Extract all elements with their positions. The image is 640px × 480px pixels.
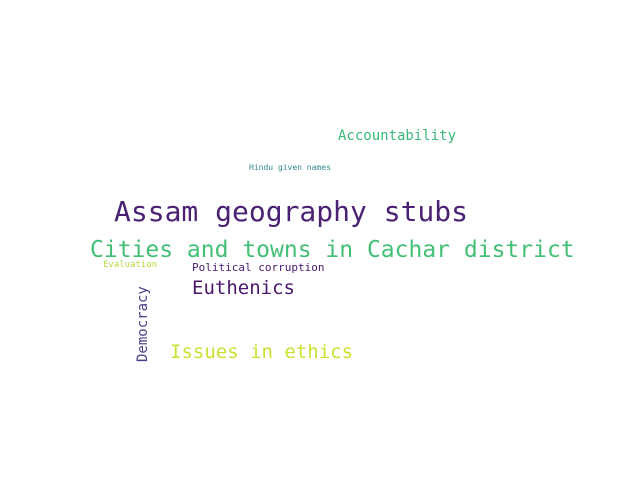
word-euthenics: Euthenics bbox=[192, 277, 295, 299]
word-political-corruption: Political corruption bbox=[192, 261, 325, 274]
word-cloud: Accountability Hindu given names Assam g… bbox=[0, 0, 640, 480]
word-evaluation: Evaluation bbox=[103, 260, 158, 270]
word-issues-in-ethics: Issues in ethics bbox=[170, 341, 354, 363]
word-cities-and-towns-in-cachar-district: Cities and towns in Cachar district bbox=[90, 237, 575, 263]
word-democracy: Democracy bbox=[135, 286, 151, 362]
word-accountability: Accountability bbox=[338, 128, 457, 144]
word-assam-geography-stubs: Assam geography stubs bbox=[114, 195, 469, 228]
word-hindu-given-names: Hindu given names bbox=[249, 163, 331, 172]
